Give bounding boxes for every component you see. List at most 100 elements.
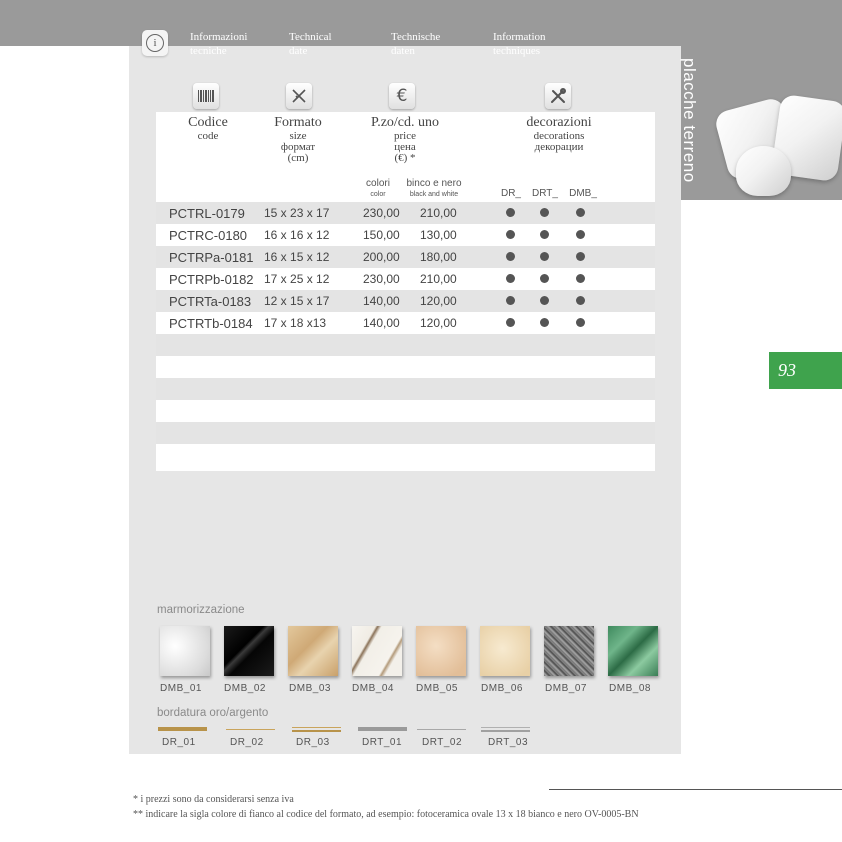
page-number-tab: 93: [769, 352, 842, 389]
table-row: PCTRPb-0182 17 x 25 x 12 230,00 210,00: [156, 268, 655, 290]
border-label: DR_03: [296, 737, 330, 748]
dmb-dot: [576, 252, 585, 261]
marble-swatch-dmb02: [224, 626, 274, 676]
drt-dot: [540, 296, 549, 305]
border-label: DRT_01: [362, 737, 403, 748]
row-size: 15 x 23 x 17: [264, 206, 330, 220]
swatch-label: DMB_06: [481, 683, 523, 694]
header-lang-en: Technical date: [289, 31, 332, 57]
row-code: PCTRTa-0183: [169, 294, 252, 309]
drt-dot: [540, 252, 549, 261]
border-label: DRT_03: [488, 737, 529, 748]
row-size: 16 x 15 x 12: [264, 250, 330, 264]
vertical-category-title: placche terreno: [680, 58, 699, 183]
footnote-vat: * i prezzi sono da considerarsi senza iv…: [133, 794, 294, 805]
row-color-price: 140,00: [363, 294, 400, 308]
marble-swatch-dmb06: [480, 626, 530, 676]
row-bw-price: 180,00: [420, 250, 457, 264]
dmb-dot: [576, 208, 585, 217]
row-code: PCTRL-0179: [169, 206, 245, 221]
empty-row: [156, 334, 655, 356]
row-code: PCTRPb-0182: [169, 272, 254, 287]
row-color-price: 150,00: [363, 228, 400, 242]
dr-dot: [506, 318, 515, 327]
header-code-sub: code: [197, 130, 219, 142]
subheader-dmb: DMB_: [569, 188, 597, 199]
ruler-pencil-icon: [286, 83, 312, 109]
table-row: PCTRL-0179 15 x 23 x 17 230,00 210,00: [156, 202, 655, 224]
swatch-label: DMB_07: [545, 683, 587, 694]
subheader-bw-en: black and white: [409, 191, 459, 198]
marble-swatch-dmb04: [352, 626, 402, 676]
table-header: Codice code Formato size формат (cm) P.z…: [156, 112, 655, 202]
empty-row: [156, 356, 655, 378]
marble-swatch-dmb01: [160, 626, 210, 676]
swatch-label: DMB_08: [609, 683, 651, 694]
swatch-label: DMB_01: [160, 683, 202, 694]
footnote-color-code: ** indicare la sigla colore di fianco al…: [133, 809, 639, 820]
row-bw-price: 120,00: [420, 294, 457, 308]
page-number: 93: [778, 360, 796, 380]
empty-row: [156, 378, 655, 400]
header-size-sub: size формат (cm): [280, 130, 316, 164]
dr-dot: [506, 296, 515, 305]
dr-dot: [506, 274, 515, 283]
border-sample-drt03: [481, 727, 530, 732]
row-code: PCTRTb-0184: [169, 316, 253, 331]
drt-dot: [540, 208, 549, 217]
dmb-dot: [576, 274, 585, 283]
row-bw-price: 120,00: [420, 316, 457, 330]
row-size: 17 x 25 x 12: [264, 272, 330, 286]
subheader-drt: DRT_: [532, 188, 558, 199]
border-label: DRT_02: [422, 737, 463, 748]
header-lang-fr: Information techniques: [493, 31, 546, 57]
table-row: PCTRC-0180 16 x 16 x 12 150,00 130,00: [156, 224, 655, 246]
table-row: PCTRPa-0181 16 x 15 x 12 200,00 180,00: [156, 246, 655, 268]
empty-row: [156, 400, 655, 422]
border-sample-drt01: [358, 727, 407, 731]
border-label: DR_02: [230, 737, 264, 748]
empty-row: [156, 422, 655, 444]
row-code: PCTRPa-0181: [169, 250, 254, 265]
row-color-price: 230,00: [363, 206, 400, 220]
product-photo-strip: [681, 46, 842, 200]
footnote-rule: [549, 789, 842, 790]
dr-dot: [506, 230, 515, 239]
border-sample-dr01: [158, 727, 207, 731]
row-bw-price: 130,00: [420, 228, 457, 242]
price-table: Codice code Formato size формат (cm) P.z…: [156, 112, 655, 471]
dmb-dot: [576, 318, 585, 327]
row-code: PCTRC-0180: [169, 228, 248, 243]
row-size: 12 x 15 x 17: [264, 294, 330, 308]
drt-dot: [540, 318, 549, 327]
row-color-price: 230,00: [363, 272, 400, 286]
row-bw-price: 210,00: [420, 272, 457, 286]
drt-dot: [540, 274, 549, 283]
table-row: PCTRTb-0184 17 x 18 x13 140,00 120,00: [156, 312, 655, 334]
empty-row: [156, 444, 655, 471]
header-price-sub: price цена (€) *: [394, 130, 416, 164]
marble-swatch-dmb07: [544, 626, 594, 676]
marble-swatch-dmb08: [608, 626, 658, 676]
marble-section-label: marmorizzazione: [157, 604, 245, 616]
header-decorations: decorazioni: [526, 115, 592, 130]
marble-swatch-dmb03: [288, 626, 338, 676]
header-price: P.zo/cd. uno: [370, 115, 440, 130]
barcode-icon: [193, 83, 219, 109]
header-decorations-sub: decorations декорации: [533, 130, 585, 153]
tools-icon: [545, 83, 571, 109]
border-sample-dr03: [292, 727, 341, 732]
info-icon: i: [142, 30, 168, 56]
table-row: PCTRTa-0183 12 x 15 x 17 140,00 120,00: [156, 290, 655, 312]
dr-dot: [506, 208, 515, 217]
subheader-color: colori: [366, 178, 390, 189]
dmb-dot: [576, 296, 585, 305]
marble-swatch-dmb05: [416, 626, 466, 676]
subheader-bw: binco e nero: [406, 178, 462, 189]
border-section-label: bordatura oro/argento: [157, 707, 269, 719]
dr-dot: [506, 252, 515, 261]
subheader-color-en: color: [370, 191, 386, 198]
swatch-label: DMB_04: [352, 683, 394, 694]
swatch-label: DMB_03: [289, 683, 331, 694]
row-size: 17 x 18 x13: [264, 316, 327, 330]
